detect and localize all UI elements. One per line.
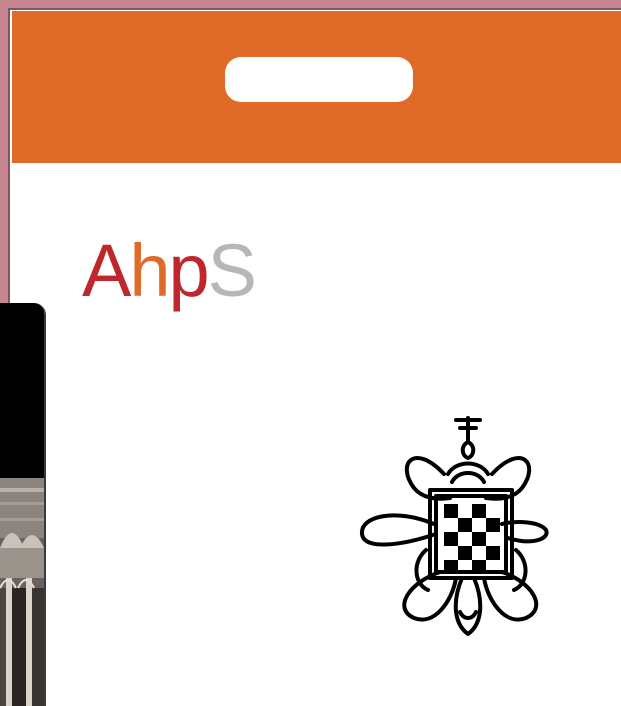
logo-letter-s: S [207, 229, 257, 312]
header-band [12, 11, 621, 163]
search-input[interactable] [225, 57, 413, 102]
architecture-arches-image [0, 478, 44, 706]
site-logo[interactable]: AhpS [82, 229, 257, 312]
logo-letter-a: A [82, 229, 131, 312]
logo-letter-p: p [168, 229, 210, 312]
heraldic-knot-emblem-icon [356, 412, 556, 642]
logo-letter-h: h [129, 229, 170, 312]
page-frame: AhpS [8, 8, 621, 706]
side-image-panel[interactable] [0, 303, 46, 706]
